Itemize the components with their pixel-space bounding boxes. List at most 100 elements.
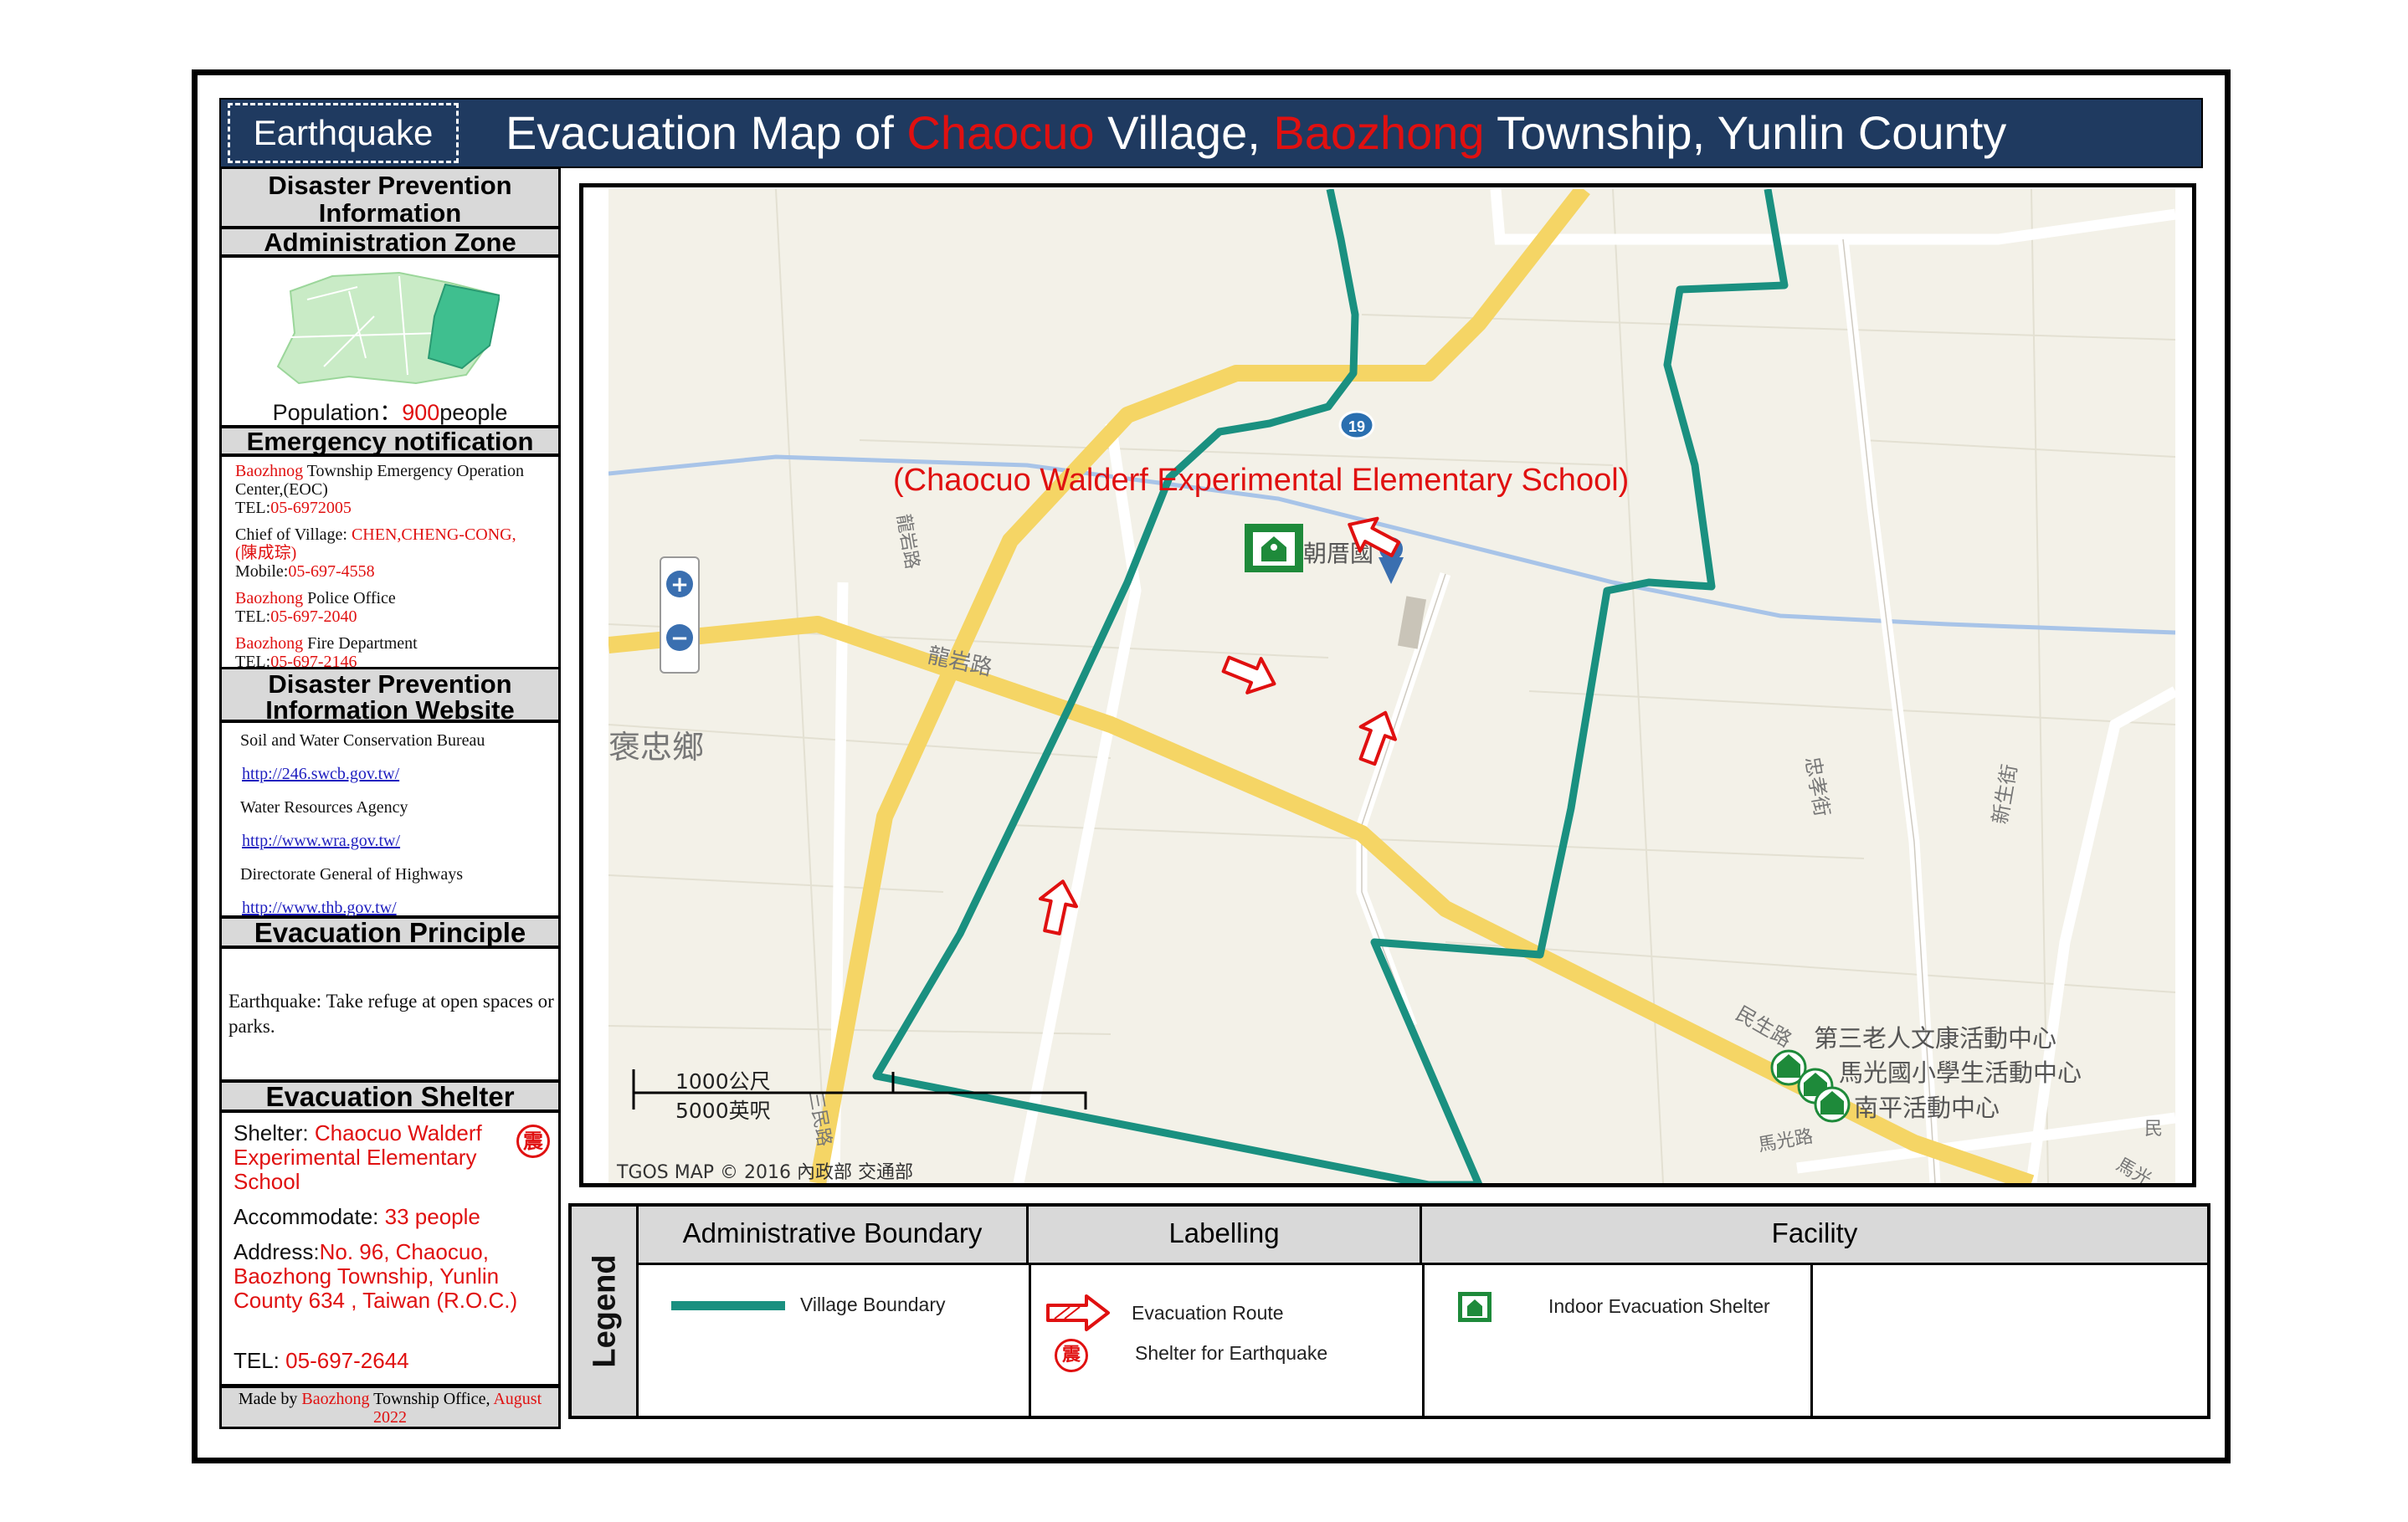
principle-label: Earthquake: <box>228 991 322 1012</box>
police-tel: 05-697-2040 <box>270 607 357 626</box>
website-agency-swcb: Soil and Water Conservation Bureau <box>240 731 485 750</box>
school-label: (Chaocuo Walderf Experimental Elementary… <box>893 463 1629 498</box>
legend-indoor-shelter-icon <box>1458 1292 1492 1322</box>
website-title: Disaster Prevention Information Website <box>219 667 561 725</box>
legend-header-facility: Facility <box>1422 1207 2207 1265</box>
map-copyright: TGOS MAP © 2016 內政部 交通部 <box>616 1162 913 1183</box>
admin-zone-title: Administration Zone <box>219 227 561 257</box>
legend-header-labelling-text: Labelling <box>1168 1217 1280 1248</box>
fire-name-red: Baozhong <box>235 634 304 653</box>
zoom-out-button[interactable]: − <box>670 626 689 651</box>
legend-boundary-line <box>671 1301 785 1310</box>
admin-zone-title-text: Administration Zone <box>264 228 516 257</box>
population-unit: people <box>439 400 508 425</box>
admin-zone-panel: Population：900people <box>219 255 561 428</box>
notification-chief: Chief of Village: CHEN,CHENG-CONG,(陳成琮) … <box>235 525 520 581</box>
legend-village-boundary: Village Boundary <box>800 1294 946 1315</box>
facility-marker-3 <box>1814 1086 1851 1123</box>
scale-label-meters: 1000公尺 <box>675 1069 771 1094</box>
facility-label-1: 第三老人文康活動中心 <box>1814 1024 2056 1053</box>
website-link-wra[interactable]: http://www.wra.gov.tw/ <box>242 832 400 850</box>
facility-label-3: 南平活動中心 <box>1854 1094 2000 1122</box>
legend-header-facility-text: Facility <box>1771 1217 1858 1248</box>
legend-divider-1 <box>1029 1265 1031 1416</box>
shelter-tel-label: TEL: <box>234 1348 280 1373</box>
police-tel-label: TEL: <box>235 607 271 626</box>
township-label: 褒忠鄉 <box>608 729 704 766</box>
title-suffix: Township, Yunlin County <box>1484 106 2007 159</box>
legend-quake-symbol-text: 震 <box>1061 1345 1081 1366</box>
shelter-panel: Shelter: Chaocuo Walderf Experimental El… <box>219 1110 561 1386</box>
eoc-tel-label: TEL: <box>235 499 271 517</box>
notification-eoc: Baozhnog Township Emergency Operation Ce… <box>235 462 553 517</box>
accommodate-value: 33 people <box>384 1204 480 1229</box>
notification-panel: Baozhnog Township Emergency Operation Ce… <box>219 454 561 674</box>
population-value: 900 <box>402 400 440 425</box>
eoc-name: Baozhnog <box>235 462 304 480</box>
shelter-capacity: Accommodate: 33 people <box>234 1205 552 1229</box>
shelter-title: Evacuation Shelter <box>219 1080 561 1112</box>
notification-title-text: Emergency notification <box>246 427 534 456</box>
disaster-type-label: Earthquake <box>253 113 434 152</box>
zoom-in-button[interactable]: + <box>670 572 689 597</box>
shelter-tel: TEL: 05-697-2644 <box>234 1349 552 1373</box>
legend-divider-2 <box>1422 1265 1425 1416</box>
legend-evacuation-route: Evacuation Route <box>1132 1302 1284 1324</box>
chief-tel-label: Mobile: <box>235 562 289 581</box>
principle-text: Earthquake: Take refuge at open spaces o… <box>228 989 557 1039</box>
title-mid: Village, <box>1094 106 1274 159</box>
title-prefix: Evacuation Map of <box>506 106 907 159</box>
legend-quake-symbol: 震 <box>1055 1339 1088 1372</box>
legend-shelter-quake: Shelter for Earthquake <box>1135 1342 1328 1364</box>
township-zone-map <box>276 271 500 385</box>
road-label-min: 民 <box>2144 1119 2163 1140</box>
legend-header-labelling: Labelling <box>1029 1207 1422 1265</box>
title-township: Baozhong <box>1273 106 1485 159</box>
shelter-text: Shelter: Chaocuo Walderf Experimental El… <box>234 1121 518 1194</box>
legend-indoor-shelter: Indoor Evacuation Shelter <box>1548 1295 1770 1317</box>
chief-tel: 05-697-4558 <box>288 562 375 581</box>
legend-divider-3 <box>1810 1265 1813 1416</box>
info-title-text: Disaster Prevention Information <box>268 171 512 228</box>
legend-header-boundary-text: Administrative Boundary <box>682 1217 983 1248</box>
website-link-thb[interactable]: http://www.thb.gov.tw/ <box>242 899 397 917</box>
shelter-title-text: Evacuation Shelter <box>265 1081 515 1112</box>
shelter-quake-symbol: 震 <box>516 1125 550 1158</box>
scale-label-feet: 5000英呎 <box>675 1099 771 1123</box>
route-19-label: 19 <box>1348 418 1365 435</box>
route-19-shield: 19 <box>1338 410 1375 440</box>
zoom-control[interactable]: + − <box>660 556 700 674</box>
shelter-tel-value: 05-697-2644 <box>285 1348 409 1373</box>
eoc-tel: 05-6972005 <box>270 499 352 517</box>
website-agency-wra: Water Resources Agency <box>240 798 408 817</box>
notification-fire: Baozhong Fire Department TEL:05-697-2146 <box>235 634 553 671</box>
map-frame: 19 + − 龍岩路 龍岩路 忠孝街 新生街 民生路 馬光路 民 馬光 三民路 … <box>579 183 2196 1187</box>
police-text: Police Office <box>303 589 396 607</box>
title-village: Chaocuo <box>906 106 1095 159</box>
website-panel: Soil and Water Conservation Bureau http:… <box>219 720 561 918</box>
facility-label-2: 馬光國小學生活動中心 <box>1839 1058 2082 1087</box>
chief-label: Chief of Village: <box>235 525 352 544</box>
indoor-shelter-icon <box>1245 524 1303 572</box>
website-link-swcb[interactable]: http://246.swcb.gov.tw/ <box>242 765 399 783</box>
page-title: Evacuation Map of Chaocuo Village, Baozh… <box>506 102 2180 164</box>
principle-panel: Earthquake: Take refuge at open spaces o… <box>219 946 561 1082</box>
website-title-text: Disaster Prevention Information Website <box>265 669 515 725</box>
made-by-footer: Made by Baozhong Township Office, August… <box>219 1386 561 1429</box>
disaster-type-badge: Earthquake <box>228 103 459 163</box>
shelter-label: Shelter: <box>234 1120 309 1145</box>
made-by-mid: Township Office, <box>369 1390 494 1408</box>
legend-title: Legend <box>572 1207 639 1416</box>
principle-title-text: Evacuation Principle <box>254 917 526 948</box>
website-agency-thb: Directorate General of Highways <box>240 865 463 884</box>
police-name-red: Baozhong <box>235 589 304 607</box>
legend-header-boundary: Administrative Boundary <box>639 1207 1029 1265</box>
notification-title: Emergency notification <box>219 426 561 456</box>
accommodate-label: Accommodate: <box>234 1204 379 1229</box>
fire-text: Fire Department <box>303 634 418 653</box>
made-by-org: Baozhong <box>301 1390 370 1408</box>
legend-title-text: Legend <box>587 1254 623 1368</box>
made-by-prefix: Made by <box>238 1390 302 1408</box>
legend-route-arrow <box>1046 1294 1110 1331</box>
quake-symbol-text: 震 <box>523 1130 543 1153</box>
